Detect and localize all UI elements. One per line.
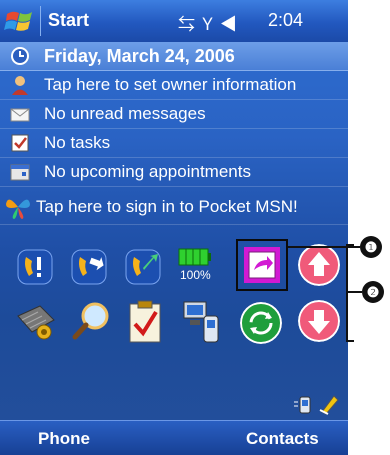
scroll-down-icon[interactable] <box>298 300 340 342</box>
windows-start-icon[interactable] <box>4 6 36 36</box>
clock-icon <box>11 47 29 65</box>
memory-card-icon[interactable] <box>14 302 58 342</box>
today-date-row[interactable]: Friday, March 24, 2006 <box>0 42 348 71</box>
clock[interactable]: 2:04 <box>268 10 303 31</box>
owner-person-icon <box>12 76 28 95</box>
today-owner-row[interactable]: Tap here to set owner information <box>0 71 348 100</box>
callout-two-leader <box>348 291 362 293</box>
call-alert-icon[interactable] <box>16 248 54 286</box>
title-bar: Start ⇆Ｙ◀ 2:04 <box>0 0 348 43</box>
battery-percent: 100% <box>180 268 211 282</box>
search-icon[interactable] <box>70 300 112 342</box>
connection-manager-icon[interactable] <box>182 300 222 344</box>
callout-one-leader <box>288 246 360 248</box>
start-menu-label[interactable]: Start <box>48 10 89 31</box>
callout-highlight-frame <box>236 239 288 291</box>
battery-widget[interactable]: 100% <box>172 246 220 284</box>
sync-icon[interactable] <box>240 302 282 344</box>
softkey-bar: Phone Contacts <box>0 420 348 455</box>
call-redirect-icon[interactable] <box>124 248 162 286</box>
call-forward-icon[interactable] <box>70 248 108 286</box>
today-messages-row[interactable]: No unread messages <box>0 100 348 129</box>
callout-one-badge: ❶ <box>360 236 382 258</box>
messages-text: No unread messages <box>44 104 206 123</box>
callout-two-bracket <box>346 244 348 342</box>
contacts-softkey[interactable]: Contacts <box>246 429 319 449</box>
tasks-clipboard-icon[interactable] <box>128 300 162 344</box>
connectivity-icon[interactable]: ⇆ <box>178 15 199 34</box>
status-icons[interactable]: ⇆Ｙ◀ <box>178 10 241 35</box>
callout-two-bracket-bottom <box>346 340 354 342</box>
scroll-up-icon[interactable] <box>298 244 340 286</box>
today-appointments-row[interactable]: No upcoming appointments <box>0 158 348 187</box>
pen-tray-icon[interactable] <box>318 392 342 416</box>
appointments-text: No upcoming appointments <box>44 162 251 181</box>
volume-icon[interactable]: ◀ <box>220 15 241 34</box>
battery-icon <box>178 248 211 266</box>
today-date: Friday, March 24, 2006 <box>44 46 235 66</box>
owner-info-text: Tap here to set owner information <box>44 75 297 94</box>
phone-softkey[interactable]: Phone <box>38 429 90 449</box>
callout-two-badge: ❷ <box>362 281 384 303</box>
envelope-icon <box>10 108 30 122</box>
task-checkbox-icon <box>11 134 29 152</box>
signal-off-icon[interactable]: Ｙ <box>199 15 220 34</box>
calendar-icon <box>10 164 30 181</box>
msn-signin-text: Tap here to sign in to Pocket MSN! <box>36 197 298 216</box>
today-msn-row[interactable]: Tap here to sign in to Pocket MSN! <box>0 188 348 225</box>
title-divider <box>40 6 41 36</box>
today-tasks-row[interactable]: No tasks <box>0 129 348 158</box>
device-screen: Start ⇆Ｙ◀ 2:04 Friday, March 24, 2006 Ta… <box>0 0 348 455</box>
tasks-text: No tasks <box>44 133 111 152</box>
callout-two-bracket-top <box>346 244 354 246</box>
device-tray-icon[interactable] <box>292 394 314 416</box>
msn-butterfly-icon <box>6 199 30 219</box>
